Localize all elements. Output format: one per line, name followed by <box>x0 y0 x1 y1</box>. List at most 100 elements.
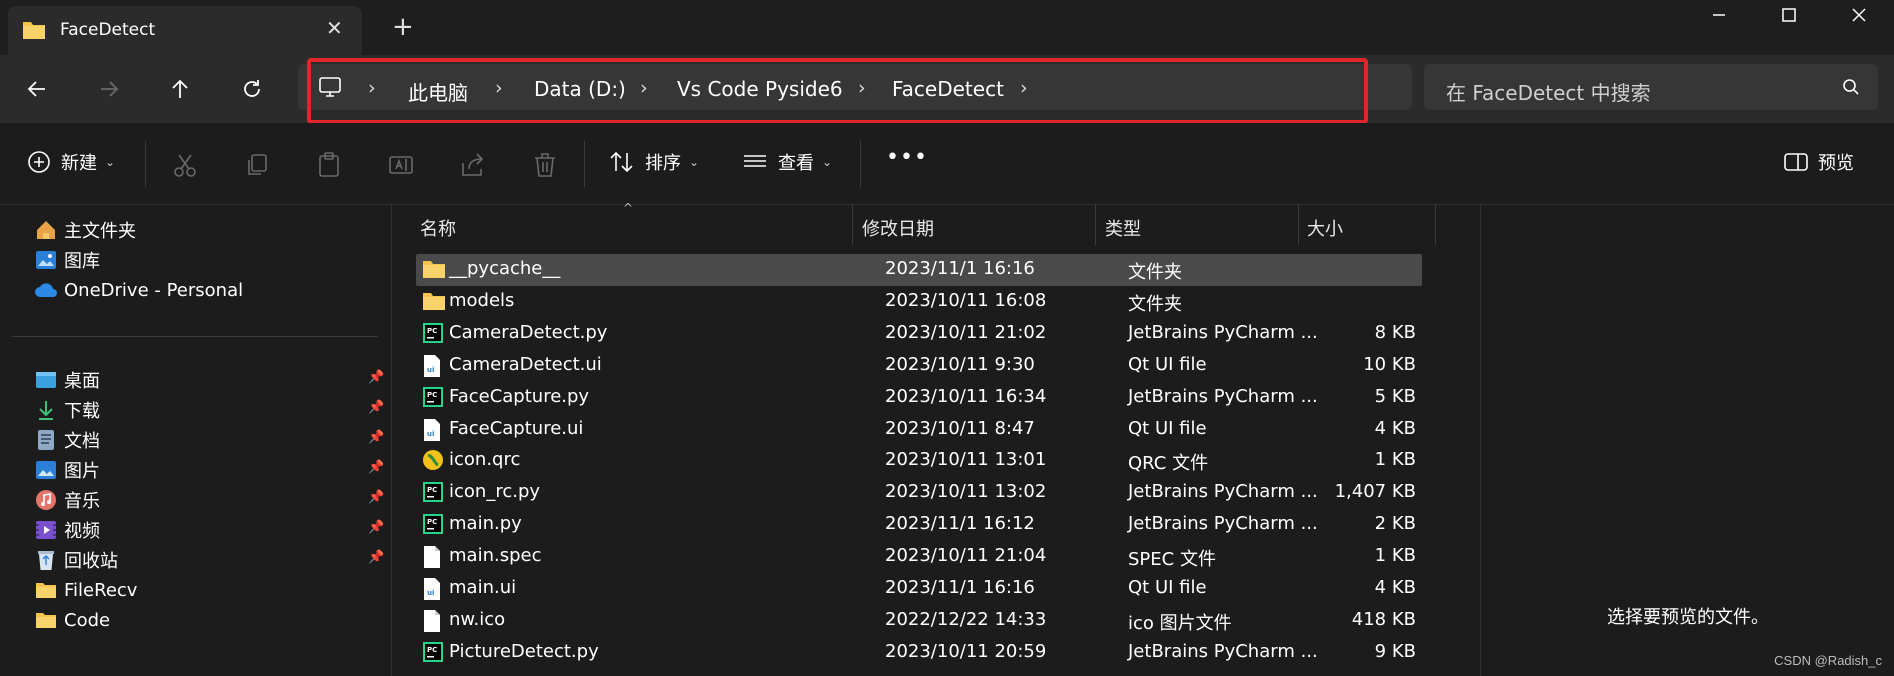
column-divider[interactable] <box>1095 205 1096 245</box>
view-button[interactable]: 查看 ⌄ <box>742 149 832 175</box>
file-row[interactable]: __pycache__ 2023/11/1 16:16 文件夹 <box>416 254 1422 286</box>
file-row[interactable]: ui FaceCapture.ui 2023/10/11 8:47 Qt UI fil… <box>416 414 1422 446</box>
file-modified: 2023/10/11 16:08 <box>885 289 1047 311</box>
file-row[interactable]: ui CameraDetect.ui 2023/10/11 9:30 Qt UI fi… <box>416 350 1422 382</box>
sidebar-item-pictures[interactable]: 图片 <box>34 455 100 485</box>
file-name: models <box>449 289 515 311</box>
column-header-name[interactable]: 名称 <box>420 215 456 241</box>
file-name: CameraDetect.py <box>449 321 608 343</box>
file-type: JetBrains PyCharm ... <box>1128 321 1318 343</box>
sidebar-item-downloads[interactable]: 下载 <box>34 395 100 425</box>
more-options-button[interactable]: ••• <box>886 145 928 170</box>
share-icon[interactable] <box>459 151 487 179</box>
file-row[interactable]: icon.qrc 2023/10/11 13:01 QRC 文件 1 KB <box>416 445 1422 477</box>
column-header-modified[interactable]: 修改日期 <box>862 215 934 241</box>
file-row[interactable]: PC CameraDetect.py 2023/10/11 21:02 JetBrai… <box>416 318 1422 350</box>
column-header-size[interactable]: 大小 <box>1307 215 1343 241</box>
back-button[interactable] <box>21 73 53 105</box>
pin-icon[interactable]: 📌 <box>368 550 384 565</box>
file-name: FaceCapture.ui <box>449 417 584 439</box>
sidebar-item-code[interactable]: Code <box>34 605 110 635</box>
pin-icon[interactable]: 📌 <box>368 430 384 445</box>
pycharm-file-icon: PC <box>422 513 446 537</box>
sort-ascending-icon: ^ <box>623 201 634 215</box>
file-row[interactable]: PC main.py 2023/11/1 16:12 JetBrains PyChar… <box>416 509 1422 541</box>
file-type: JetBrains PyCharm ... <box>1128 513 1318 535</box>
file-size: 9 KB <box>1374 640 1416 662</box>
sidebar-item-desktop[interactable]: 桌面 <box>34 365 100 395</box>
file-row[interactable]: PC PictureDetect.py 2023/10/11 20:59 JetBra… <box>416 637 1422 669</box>
new-button[interactable]: 新建 ⌄ <box>27 149 115 175</box>
preview-pane-icon <box>1784 153 1808 171</box>
file-size: 1 KB <box>1374 545 1416 567</box>
file-modified: 2023/10/11 13:02 <box>885 481 1047 503</box>
refresh-button[interactable] <box>236 73 268 105</box>
add-circle-icon <box>28 151 50 173</box>
up-button[interactable] <box>164 73 196 105</box>
sort-button[interactable]: 排序 ⌄ <box>609 149 699 175</box>
sidebar-divider <box>12 336 378 337</box>
sidebar-item-documents[interactable]: 文档 <box>34 425 100 455</box>
new-tab-button[interactable]: + <box>392 12 414 42</box>
file-name: main.py <box>449 513 522 535</box>
file-modified: 2023/10/11 8:47 <box>885 417 1035 439</box>
sidebar-item-recycle-bin[interactable]: 回收站 <box>34 545 118 575</box>
file-type: QRC 文件 <box>1128 453 1209 475</box>
sidebar-item-gallery[interactable]: 图库 <box>34 245 100 275</box>
file-row[interactable]: ui main.ui 2023/11/1 16:16 Qt UI file 4 KB <box>416 573 1422 605</box>
pin-icon[interactable]: 📌 <box>368 460 384 475</box>
rename-icon[interactable] <box>387 151 415 179</box>
paste-icon[interactable] <box>315 151 343 179</box>
close-tab-icon[interactable]: ✕ <box>326 16 343 40</box>
folder-icon <box>22 19 46 45</box>
music-icon <box>34 488 58 512</box>
column-divider[interactable] <box>852 205 853 245</box>
close-window-button[interactable] <box>1824 0 1894 30</box>
sidebar-item-videos[interactable]: 视频 <box>34 515 100 545</box>
sidebar-item-label: 主文件夹 <box>64 221 136 242</box>
file-row[interactable]: models 2023/10/11 16:08 文件夹 <box>416 286 1422 318</box>
column-divider[interactable] <box>1298 205 1299 245</box>
pin-icon[interactable]: 📌 <box>368 520 384 535</box>
search-input[interactable]: 在 FaceDetect 中搜索 <box>1446 77 1651 106</box>
column-divider[interactable] <box>1435 205 1436 245</box>
file-row[interactable]: PC icon_rc.py 2023/10/11 13:02 JetBrains Py… <box>416 477 1422 509</box>
preview-message: 选择要预览的文件。 <box>1607 607 1769 628</box>
arrow-up-icon <box>172 79 188 98</box>
pin-icon[interactable]: 📌 <box>368 490 384 505</box>
file-row[interactable]: nw.ico 2022/12/22 14:33 ico 图片文件 418 KB <box>416 605 1422 637</box>
pin-icon[interactable]: 📌 <box>368 370 384 385</box>
sidebar-item-home[interactable]: 主文件夹 <box>34 215 136 245</box>
delete-icon[interactable] <box>531 151 559 179</box>
file-row[interactable]: main.spec 2023/10/11 21:04 SPEC 文件 1 KB <box>416 541 1422 573</box>
column-header-type[interactable]: 类型 <box>1105 215 1141 241</box>
maximize-button[interactable] <box>1754 0 1824 30</box>
sidebar-item-label: OneDrive - Personal <box>64 279 244 301</box>
copy-icon[interactable] <box>243 151 271 179</box>
chevron-down-icon: ⌄ <box>822 155 833 169</box>
svg-text:PC: PC <box>427 646 437 654</box>
tab-facedetect[interactable]: FaceDetect ✕ <box>8 6 362 55</box>
minimize-button[interactable] <box>1684 0 1754 30</box>
gallery-icon <box>34 248 58 272</box>
sidebar-item-filerecv[interactable]: FileRecv <box>34 575 137 605</box>
search-box[interactable]: 在 FaceDetect 中搜索 <box>1424 64 1878 110</box>
file-size: 418 KB <box>1351 608 1416 630</box>
file-file-icon <box>422 545 446 569</box>
sidebar-item-label: 下载 <box>64 401 100 422</box>
pin-icon[interactable]: 📌 <box>368 400 384 415</box>
sidebar-item-label: FileRecv <box>64 579 138 601</box>
file-name: nw.ico <box>449 608 506 630</box>
sidebar-item-onedrive[interactable]: OneDrive - Personal <box>34 275 243 305</box>
file-size: 4 KB <box>1374 577 1416 598</box>
file-row[interactable]: PC FaceCapture.py 2023/10/11 16:34 JetBrain… <box>416 382 1422 414</box>
preview-pane-button[interactable]: 预览 <box>1784 149 1854 175</box>
svg-text:ui: ui <box>427 589 434 597</box>
ui-file-icon: ui <box>422 354 446 378</box>
cloud-icon <box>34 278 58 302</box>
forward-button[interactable] <box>93 73 125 105</box>
sidebar-item-music[interactable]: 音乐 <box>34 485 100 515</box>
file-name: icon_rc.py <box>449 481 541 503</box>
cut-icon[interactable] <box>171 151 199 179</box>
sort-label: 排序 <box>645 153 681 174</box>
